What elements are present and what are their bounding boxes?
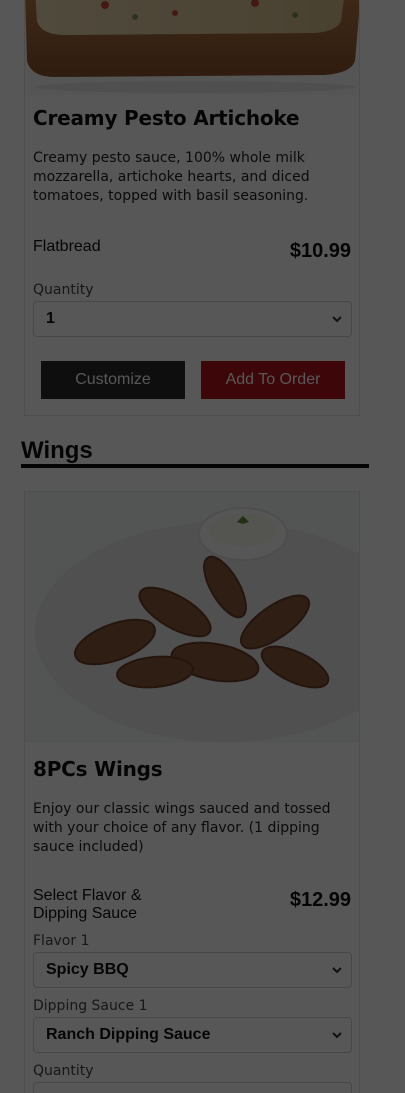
section-divider [21, 464, 369, 468]
dipping-sauce-select[interactable]: Ranch Dipping Sauce [33, 1017, 352, 1053]
quantity-label: Quantity [33, 282, 94, 298]
quantity-label: Quantity [33, 1063, 94, 1079]
option-label: Select Flavor & Dipping Sauce [33, 887, 142, 922]
chevron-down-icon [332, 967, 342, 974]
dipping-sauce-select-value: Ranch Dipping Sauce [46, 1026, 211, 1043]
flavor-select-value: Spicy BBQ [46, 961, 129, 978]
add-to-order-button[interactable]: Add To Order [201, 361, 345, 399]
flavor-label: Flavor 1 [33, 933, 90, 949]
item-title: Creamy Pesto Artichoke [33, 106, 300, 130]
menu-page: Creamy Pesto Artichoke Creamy pesto sauc… [0, 0, 405, 1093]
chevron-down-icon [332, 316, 342, 323]
quantity-select[interactable] [33, 1082, 352, 1093]
item-price: $10.99 [289, 240, 351, 262]
quantity-select[interactable]: 1 [33, 301, 352, 337]
flatbread-illustration [25, 0, 359, 95]
quantity-select-value: 1 [46, 310, 55, 327]
dipping-sauce-label: Dipping Sauce 1 [33, 998, 148, 1014]
item-description: Creamy pesto sauce, 100% whole milk mozz… [33, 150, 310, 204]
size-label: Flatbread [33, 238, 101, 255]
flavor-select[interactable]: Spicy BBQ [33, 952, 352, 988]
wings-illustration [25, 492, 359, 743]
item-description: Enjoy our classic wings sauced and tosse… [33, 801, 331, 855]
customize-button[interactable]: Customize [41, 361, 185, 399]
section-title-wings: Wings [21, 437, 93, 464]
chevron-down-icon [332, 1032, 342, 1039]
flatbread-image [25, 0, 359, 95]
wings-image [25, 492, 359, 743]
menu-item-card-8pcs-wings: 8PCs Wings Enjoy our classic wings sauce… [24, 491, 360, 1093]
item-price: $12.99 [289, 889, 351, 911]
item-title: 8PCs Wings [33, 757, 163, 781]
menu-item-card-creamy-pesto-artichoke: Creamy Pesto Artichoke Creamy pesto sauc… [24, 0, 360, 416]
